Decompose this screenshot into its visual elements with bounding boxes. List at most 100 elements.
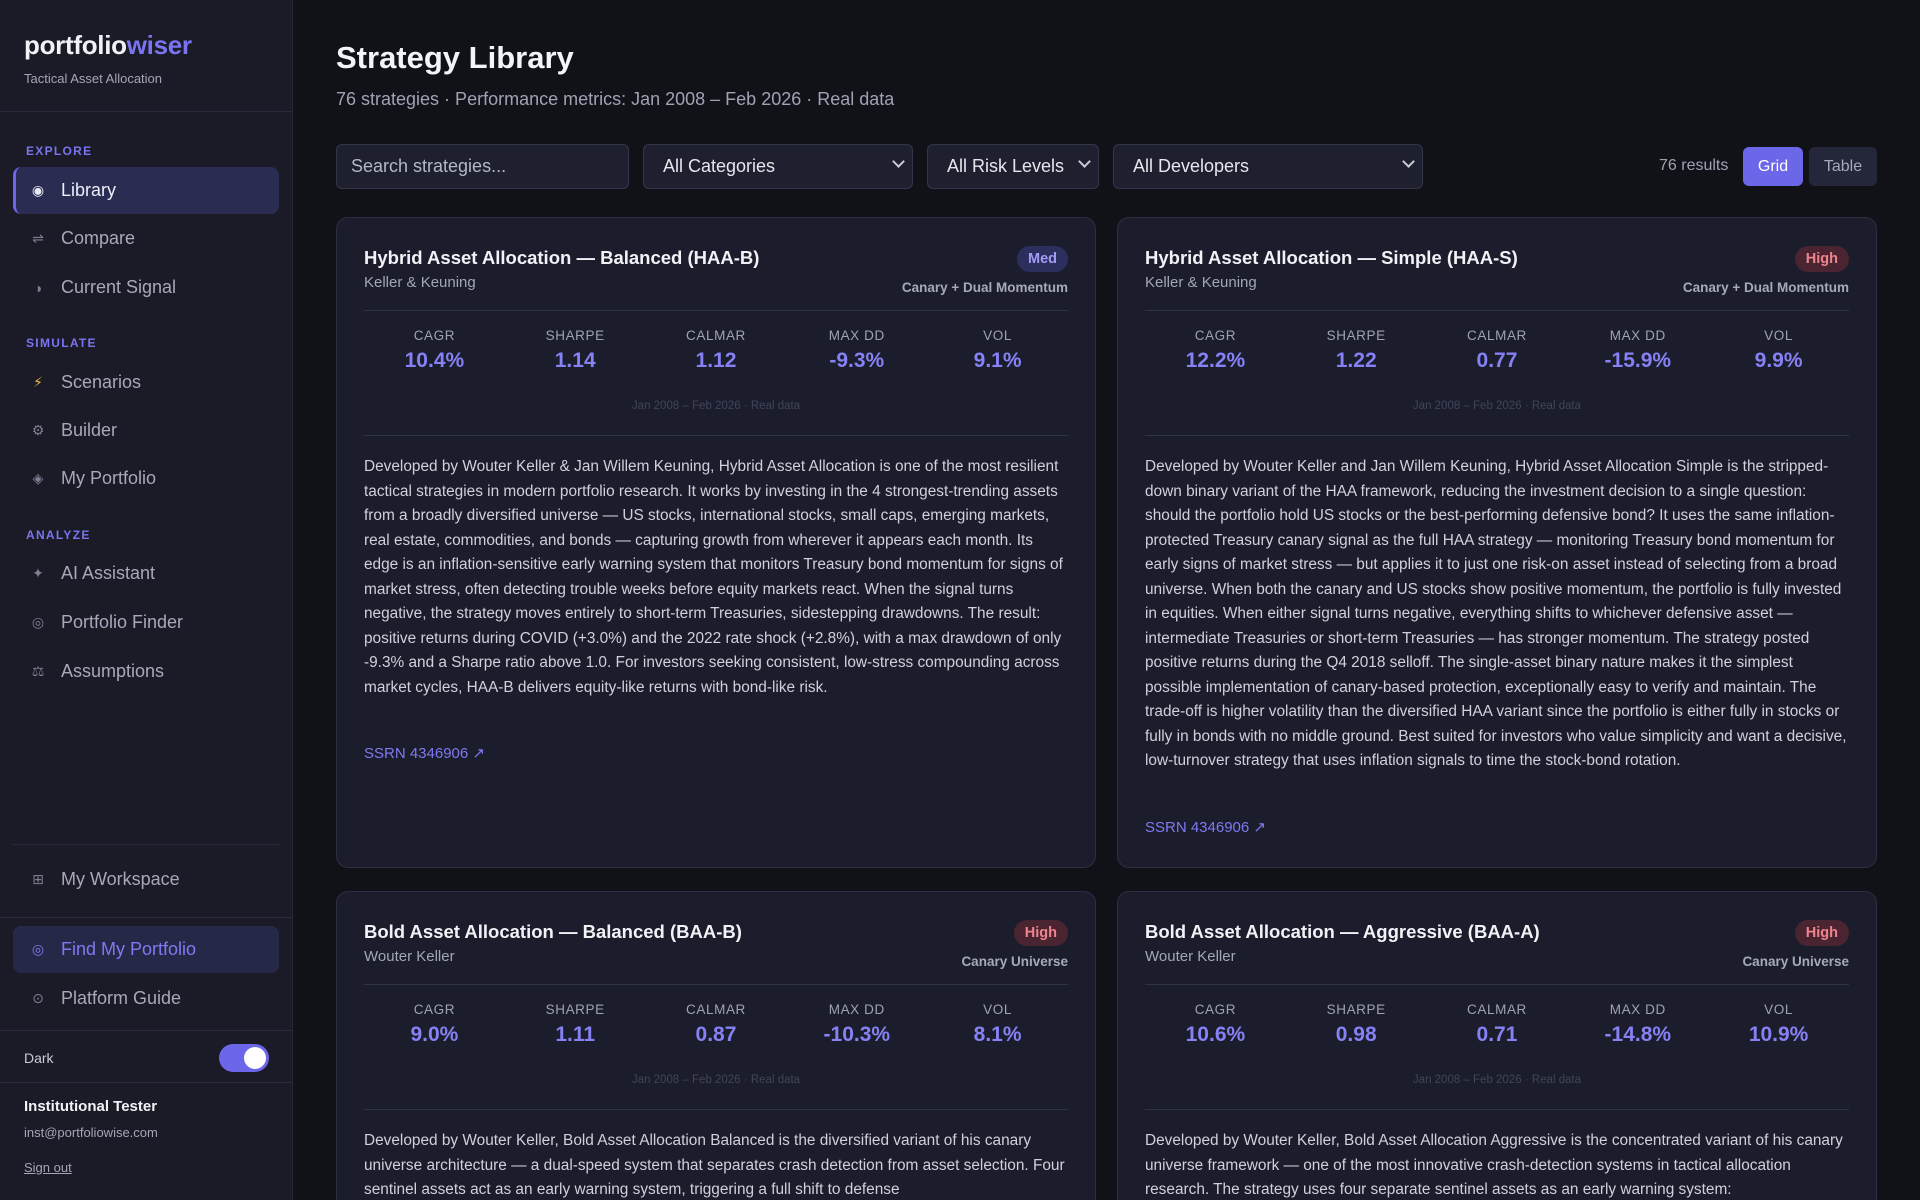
metric-value: 12.2%: [1185, 349, 1246, 372]
main-content: Strategy Library 76 strategies · Perform…: [293, 0, 1920, 1200]
find-my-portfolio-button[interactable]: ◎ Find My Portfolio: [13, 926, 279, 973]
sidebar-item-label: Assumptions: [61, 661, 165, 681]
strategy-title[interactable]: Hybrid Asset Allocation — Balanced (HAA-…: [364, 247, 759, 269]
metrics-period: Jan 2008 – Feb 2026 · Real data: [1412, 1074, 1582, 1086]
sidebar: portfoliowiser Tactical Asset Allocation…: [0, 0, 293, 1200]
dark-mode-toggle[interactable]: [219, 1044, 269, 1072]
metric-label: VOL: [983, 1002, 1012, 1017]
finder-icon: ◎: [31, 614, 45, 630]
metric-value: -14.8%: [1604, 1023, 1672, 1046]
metric-vol: VOL 9.1%: [927, 328, 1068, 373]
metric-vol: VOL 8.1%: [927, 1002, 1068, 1047]
finder-icon: ◎: [31, 941, 45, 957]
card-divider: [364, 1109, 1068, 1110]
sidebar-item-compare[interactable]: ⇌ Compare: [13, 215, 279, 262]
page-subtitle: 76 strategies · Performance metrics: Jan…: [336, 89, 895, 109]
strategy-description: Developed by Wouter Keller and Jan Wille…: [1145, 458, 1847, 769]
user-name: Institutional Tester: [24, 1098, 158, 1115]
risk-select[interactable]: All Risk Levels: [927, 144, 1099, 189]
ssrn-link[interactable]: SSRN 4346906 ↗: [1145, 818, 1266, 836]
metric-value: 9.1%: [973, 349, 1022, 372]
ssrn-link[interactable]: SSRN 4346906 ↗: [364, 744, 485, 762]
metric-label: CALMAR: [686, 328, 746, 343]
risk-badge: High: [1794, 920, 1849, 946]
strategy-title[interactable]: Hybrid Asset Allocation — Simple (HAA-S): [1145, 247, 1518, 269]
strategy-card[interactable]: Bold Asset Allocation — Aggressive (BAA-…: [1117, 891, 1877, 1200]
metric-value: 0.71: [1476, 1023, 1518, 1046]
sidebar-item-builder[interactable]: ⚙ Builder: [13, 407, 279, 454]
dark-mode-row: Dark: [24, 1044, 269, 1072]
sidebar-item-ai-assistant[interactable]: ✦ AI Assistant: [13, 550, 279, 597]
metric-value: -9.3%: [829, 349, 885, 372]
sidebar-item-assumptions[interactable]: ⚖ Assumptions: [13, 648, 279, 695]
strategy-category: Canary + Dual Momentum: [1682, 280, 1849, 295]
sidebar-item-workspace[interactable]: ⊞ My Workspace: [13, 856, 279, 903]
brand: portfoliowiser Tactical Asset Allocation: [0, 0, 292, 112]
sidebar-item-library[interactable]: ◉ Library: [13, 167, 279, 214]
chevron-down-icon: [892, 155, 905, 168]
strategy-title[interactable]: Bold Asset Allocation — Balanced (BAA-B): [364, 921, 742, 943]
strategy-developer: Wouter Keller: [364, 948, 455, 965]
search-input[interactable]: Search strategies...: [336, 144, 629, 189]
sidebar-item-portfolio-finder[interactable]: ◎ Portfolio Finder: [13, 599, 279, 646]
metric-max-dd: MAX DD -14.8%: [1567, 1002, 1708, 1047]
builder-icon: ⚙: [31, 422, 45, 438]
metric-sharpe: SHARPE 1.22: [1286, 328, 1427, 373]
compare-icon: ⇌: [32, 230, 44, 246]
metric-value: 0.87: [695, 1023, 737, 1046]
metric-value: 1.12: [695, 349, 737, 372]
card-divider: [364, 984, 1068, 985]
user-email: inst@portfoliowise.com: [24, 1125, 158, 1140]
card-divider: [364, 435, 1068, 436]
metric-cagr: CAGR 10.6%: [1145, 1002, 1286, 1047]
metric-calmar: CALMAR 0.71: [1427, 1002, 1568, 1047]
card-divider: [1145, 1109, 1849, 1110]
section-simulate: SIMULATE: [26, 336, 97, 350]
metrics-period: Jan 2008 – Feb 2026 · Real data: [631, 400, 801, 412]
sidebar-item-current-signal[interactable]: ◑ Current Signal: [13, 264, 279, 311]
metric-calmar: CALMAR 0.77: [1427, 328, 1568, 373]
strategy-card[interactable]: Hybrid Asset Allocation — Balanced (HAA-…: [336, 217, 1096, 868]
card-divider: [1145, 435, 1849, 436]
metrics-row: CAGR 9.0% SHARPE 1.11 CALMAR 0.87 MAX DD -10…: [364, 1002, 1068, 1047]
metric-value: 10.6%: [1185, 1023, 1246, 1046]
table-view-button[interactable]: Table: [1809, 147, 1877, 186]
strategy-description: Developed by Wouter Keller, Bold Asset A…: [364, 1132, 1065, 1198]
strategy-card[interactable]: Hybrid Asset Allocation — Simple (HAA-S)…: [1117, 217, 1877, 868]
metric-calmar: CALMAR 1.12: [646, 328, 787, 373]
metric-value: -15.9%: [1604, 349, 1672, 372]
metric-vol: VOL 10.9%: [1708, 1002, 1849, 1047]
strategy-card[interactable]: Bold Asset Allocation — Balanced (BAA-B)…: [336, 891, 1096, 1200]
category-select[interactable]: All Categories: [643, 144, 913, 189]
developer-select[interactable]: All Developers: [1113, 144, 1423, 189]
metric-label: MAX DD: [1609, 1002, 1666, 1017]
sidebar-item-scenarios[interactable]: ⚡ Scenarios: [13, 359, 279, 406]
metric-label: CAGR: [413, 1002, 456, 1017]
sign-out-link[interactable]: Sign out: [24, 1160, 72, 1175]
sidebar-item-label: Portfolio Finder: [61, 612, 184, 632]
metric-value: 1.14: [554, 349, 596, 372]
metrics-row: CAGR 10.4% SHARPE 1.14 CALMAR 1.12 MAX DD -9…: [364, 328, 1068, 373]
sidebar-item-platform-guide[interactable]: ⊙ Platform Guide: [13, 975, 279, 1022]
strategy-category: Canary Universe: [1742, 954, 1849, 969]
risk-select-value: All Risk Levels: [947, 156, 1065, 176]
sidebar-divider: [0, 1030, 293, 1031]
risk-badge: High: [1013, 920, 1068, 946]
metric-calmar: CALMAR 0.87: [646, 1002, 787, 1047]
metric-value: 10.9%: [1748, 1023, 1809, 1046]
metric-value: 10.4%: [404, 349, 465, 372]
grid-view-button[interactable]: Grid: [1743, 147, 1803, 186]
metric-value: 9.0%: [410, 1023, 459, 1046]
strategy-developer: Keller & Keuning: [1145, 274, 1257, 291]
card-divider: [1145, 310, 1849, 311]
sidebar-item-my-portfolio[interactable]: ◈ My Portfolio: [13, 455, 279, 502]
metric-value: 1.11: [555, 1023, 596, 1046]
sidebar-item-label: Platform Guide: [61, 988, 182, 1008]
metric-max-dd: MAX DD -9.3%: [786, 328, 927, 373]
metric-max-dd: MAX DD -15.9%: [1567, 328, 1708, 373]
metric-label: CAGR: [1194, 1002, 1237, 1017]
strategy-category: Canary + Dual Momentum: [901, 280, 1068, 295]
metric-label: VOL: [1764, 1002, 1793, 1017]
strategy-title[interactable]: Bold Asset Allocation — Aggressive (BAA-…: [1145, 921, 1540, 943]
logo[interactable]: portfoliowiser: [24, 30, 268, 61]
